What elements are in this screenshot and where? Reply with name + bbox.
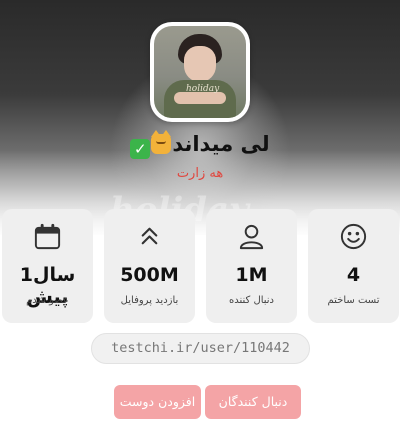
stat-value: 4 xyxy=(346,264,361,286)
avatar-shirt-text: holiday xyxy=(186,84,220,94)
stat-card-tests[interactable]: 4 تست ساختم xyxy=(308,209,399,323)
double-chevron-up-icon xyxy=(141,227,158,245)
profile-name-row: لی میداند ✓ xyxy=(0,130,400,159)
add-friend-button[interactable]: افزودن دوست xyxy=(114,385,201,419)
user-icon xyxy=(239,224,264,250)
stats-row: 1سال پیش عضو شدم 500M بازدید پروفایل 1M … xyxy=(0,209,400,323)
avatar[interactable]: holiday xyxy=(150,22,250,122)
avatar-photo: holiday xyxy=(154,26,246,118)
stat-label: عضو شدم xyxy=(26,295,69,306)
verified-check-icon: ✓ xyxy=(130,139,151,159)
stat-label: تست ساختم xyxy=(327,295,380,306)
stat-value: 500M xyxy=(120,264,179,286)
cat-emoji-icon xyxy=(151,130,172,154)
followers-button[interactable]: دنبال کنندگان xyxy=(205,385,301,419)
stat-card-member: 1سال پیش عضو شدم xyxy=(2,209,93,323)
stat-label: دنبال کننده xyxy=(228,295,275,306)
profile-subtitle: هه زارت xyxy=(176,166,224,181)
stat-card-views: 500M بازدید پروفایل xyxy=(104,209,195,323)
calendar-icon xyxy=(34,223,61,250)
stat-card-followers[interactable]: 1M دنبال کننده xyxy=(206,209,297,323)
stat-value: 1M xyxy=(235,264,268,286)
profile-url[interactable]: testchi.ir/user/110442 xyxy=(91,333,310,364)
profile-name: لی میداند xyxy=(172,132,270,156)
stat-label: بازدید پروفایل xyxy=(120,295,179,306)
smiley-icon xyxy=(340,223,367,250)
